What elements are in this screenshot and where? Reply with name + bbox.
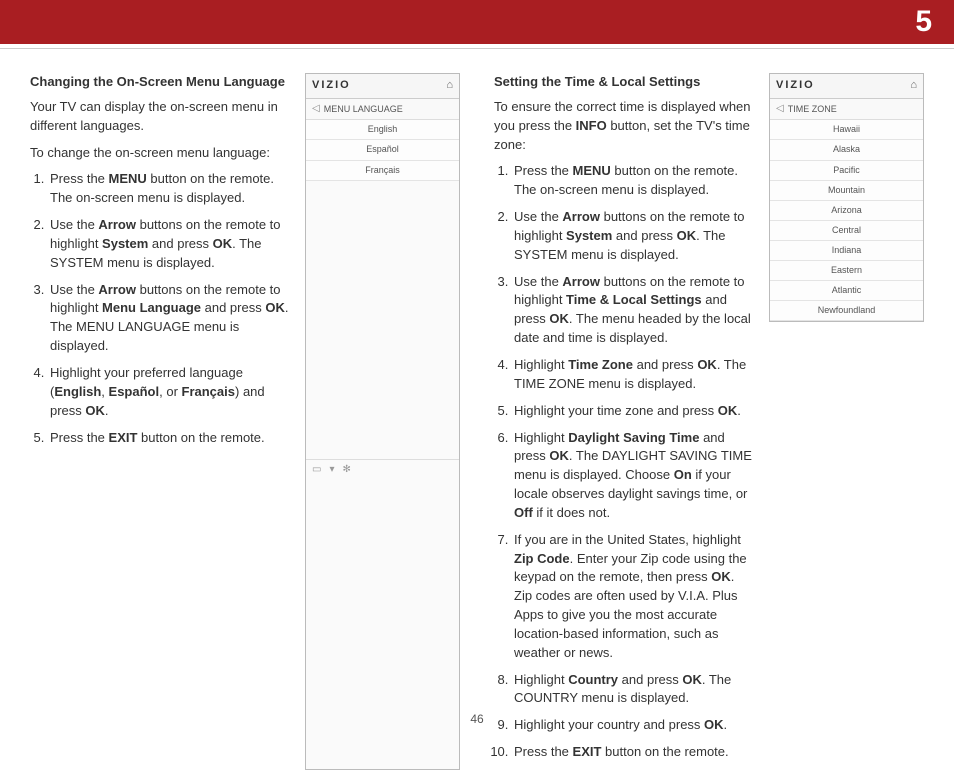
- step: Highlight your country and press OK.: [512, 716, 755, 735]
- chapter-header: 5: [0, 0, 954, 44]
- step: Highlight Country and press OK. The COUN…: [512, 671, 755, 709]
- intro-text: To ensure the correct time is displayed …: [494, 98, 755, 155]
- heading-time: Setting the Time & Local Settings: [494, 73, 755, 92]
- step: Highlight your time zone and press OK.: [512, 402, 755, 421]
- menu-item: English: [306, 120, 459, 140]
- step: Press the EXIT button on the remote.: [48, 429, 291, 448]
- step: Highlight Daylight Saving Time and press…: [512, 429, 755, 523]
- chapter-number: 5: [915, 0, 932, 44]
- step: Use the Arrow buttons on the remote to h…: [512, 208, 755, 265]
- menu-item: Central: [770, 221, 923, 241]
- menu-item: Arizona: [770, 201, 923, 221]
- menu-item: Español: [306, 140, 459, 160]
- page-content: Changing the On-Screen Menu Language You…: [0, 49, 954, 770]
- menu-item: Français: [306, 161, 459, 181]
- menu-item: Atlantic: [770, 281, 923, 301]
- menu-item: Alaska: [770, 140, 923, 160]
- menu-item: Hawaii: [770, 120, 923, 140]
- intro-text: Your TV can display the on-screen menu i…: [30, 98, 291, 136]
- menu-item: Newfoundland: [770, 301, 923, 321]
- step: Use the Arrow buttons on the remote to h…: [48, 281, 291, 356]
- menu-language-screenshot: VIZIO ⌂ ◁ MENU LANGUAGE English Español …: [305, 73, 460, 770]
- step: Use the Arrow buttons on the remote to h…: [48, 216, 291, 273]
- right-column: Setting the Time & Local Settings To ens…: [494, 73, 924, 770]
- step: Highlight Time Zone and press OK. The TI…: [512, 356, 755, 394]
- step: Press the MENU button on the remote. The…: [512, 162, 755, 200]
- home-icon: ⌂: [910, 78, 917, 94]
- menu-item: Eastern: [770, 261, 923, 281]
- vizio-logo: VIZIO: [312, 78, 351, 94]
- wide-icon: ▭: [312, 463, 321, 478]
- page-number: 46: [470, 711, 483, 728]
- menu-item: Pacific: [770, 161, 923, 181]
- vizio-logo: VIZIO: [776, 78, 815, 94]
- home-icon: ⌂: [446, 78, 453, 94]
- gear-icon: ✻: [342, 463, 350, 478]
- menu-item: Indiana: [770, 241, 923, 261]
- menu-title-text: MENU LANGUAGE: [324, 103, 403, 116]
- back-icon: ◁: [776, 102, 784, 117]
- steps-list: Press the MENU button on the remote. The…: [494, 162, 755, 762]
- menu-timezone-screenshot: VIZIO ⌂ ◁ TIME ZONE Hawaii Alaska Pacifi…: [769, 73, 924, 322]
- menu-footer: ▭ ▾ ✻: [306, 459, 459, 481]
- chevron-down-icon: ▾: [329, 463, 334, 478]
- steps-list: Press the MENU button on the remote. The…: [30, 170, 291, 447]
- step: Press the EXIT button on the remote.: [512, 743, 755, 762]
- menu-title-text: TIME ZONE: [788, 103, 837, 116]
- back-icon: ◁: [312, 102, 320, 117]
- heading-language: Changing the On-Screen Menu Language: [30, 73, 291, 92]
- step: Use the Arrow buttons on the remote to h…: [512, 273, 755, 348]
- step: Highlight your preferred language (Engli…: [48, 364, 291, 421]
- left-column: Changing the On-Screen Menu Language You…: [30, 73, 460, 770]
- menu-item: Mountain: [770, 181, 923, 201]
- step: Press the MENU button on the remote. The…: [48, 170, 291, 208]
- step: If you are in the United States, highlig…: [512, 531, 755, 663]
- intro-text: To change the on-screen menu language:: [30, 144, 291, 163]
